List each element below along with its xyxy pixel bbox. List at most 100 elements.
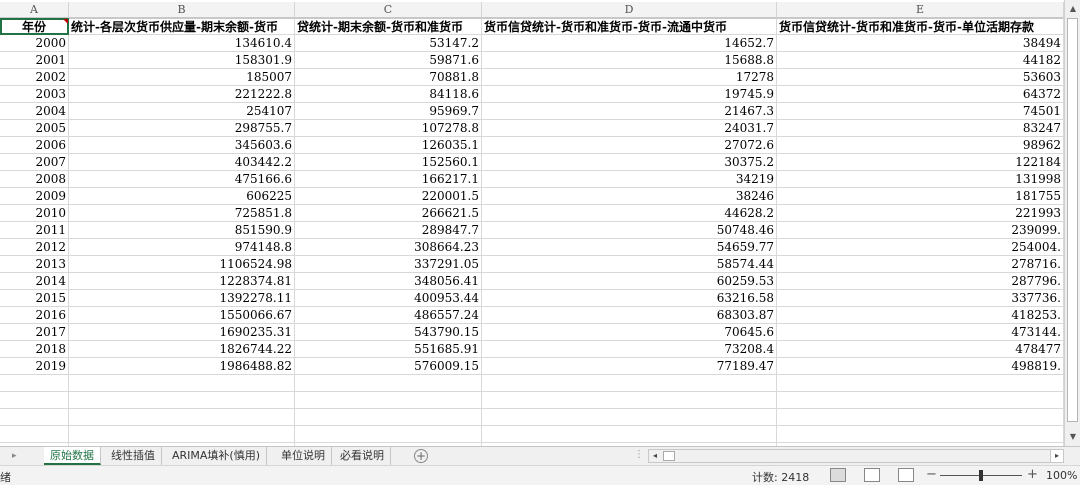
cell-b12[interactable]: 725851.8 <box>69 205 295 222</box>
cell-c17[interactable]: 400953.44 <box>295 290 482 307</box>
cell-b15[interactable]: 1106524.98 <box>69 256 295 273</box>
cell-d8[interactable]: 27072.6 <box>482 137 777 154</box>
cell-c3[interactable]: 59871.6 <box>295 52 482 69</box>
cell-d21[interactable]: 77189.47 <box>482 358 777 375</box>
empty-cell[interactable] <box>482 392 777 409</box>
cell-a3[interactable]: 2001 <box>0 52 69 69</box>
cell-b3[interactable]: 158301.9 <box>69 52 295 69</box>
scroll-up-icon[interactable]: ▲ <box>1065 2 1080 16</box>
empty-cell[interactable] <box>777 375 1064 392</box>
cell-d7[interactable]: 24031.7 <box>482 120 777 137</box>
cell-b2[interactable]: 134610.4 <box>69 35 295 52</box>
tab-scroll-right-icon[interactable]: ▸ <box>12 447 17 465</box>
empty-cell[interactable] <box>777 392 1064 409</box>
cell-e18[interactable]: 418253. <box>777 307 1064 324</box>
cell-d6[interactable]: 21467.3 <box>482 103 777 120</box>
cell-a5[interactable]: 2003 <box>0 86 69 103</box>
cell-c2[interactable]: 53147.2 <box>295 35 482 52</box>
cell-b20[interactable]: 1826744.22 <box>69 341 295 358</box>
cell-c5[interactable]: 84118.6 <box>295 86 482 103</box>
cell-c11[interactable]: 220001.5 <box>295 188 482 205</box>
tab-sheet-2[interactable]: 线性插值 <box>105 447 162 465</box>
cell-c12[interactable]: 266621.5 <box>295 205 482 222</box>
cell-d9[interactable]: 30375.2 <box>482 154 777 171</box>
cell-c8[interactable]: 126035.1 <box>295 137 482 154</box>
column-header-c[interactable]: C <box>295 2 482 18</box>
cell-d2[interactable]: 14652.7 <box>482 35 777 52</box>
cell-b5[interactable]: 221222.8 <box>69 86 295 103</box>
cell-a14[interactable]: 2012 <box>0 239 69 256</box>
cell-a2[interactable]: 2000 <box>0 35 69 52</box>
cell-d5[interactable]: 19745.9 <box>482 86 777 103</box>
cell-e12[interactable]: 221993 <box>777 205 1064 222</box>
cell-e13[interactable]: 239099. <box>777 222 1064 239</box>
cell-d3[interactable]: 15688.8 <box>482 52 777 69</box>
cell-e14[interactable]: 254004. <box>777 239 1064 256</box>
cell-e6[interactable]: 74501 <box>777 103 1064 120</box>
empty-cell[interactable] <box>295 392 482 409</box>
normal-view-icon[interactable] <box>830 468 846 482</box>
zoom-out-icon[interactable]: − <box>926 467 937 482</box>
cell-b9[interactable]: 403442.2 <box>69 154 295 171</box>
cell-c6[interactable]: 95969.7 <box>295 103 482 120</box>
horizontal-scrollbar[interactable]: ◂ <box>648 449 1064 463</box>
cell-a4[interactable]: 2002 <box>0 69 69 86</box>
cell-b13[interactable]: 851590.9 <box>69 222 295 239</box>
cell-e16[interactable]: 287796. <box>777 273 1064 290</box>
cell-b11[interactable]: 606225 <box>69 188 295 205</box>
cell-a18[interactable]: 2016 <box>0 307 69 324</box>
add-sheet-icon[interactable]: + <box>414 449 428 463</box>
cell-d16[interactable]: 60259.53 <box>482 273 777 290</box>
empty-cell[interactable] <box>295 409 482 426</box>
zoom-level[interactable]: 100% <box>1046 469 1077 482</box>
cell-c15[interactable]: 337291.05 <box>295 256 482 273</box>
cell-c13[interactable]: 289847.7 <box>295 222 482 239</box>
cell-e15[interactable]: 278716. <box>777 256 1064 273</box>
cell-b10[interactable]: 475166.6 <box>69 171 295 188</box>
empty-cell[interactable] <box>0 409 69 426</box>
cell-a7[interactable]: 2005 <box>0 120 69 137</box>
cell-e2[interactable]: 38494 <box>777 35 1064 52</box>
cell-e1[interactable]: 货币信贷统计-货币和准货币-货币-单位活期存款 <box>777 18 1064 35</box>
cell-e3[interactable]: 44182 <box>777 52 1064 69</box>
cell-e4[interactable]: 53603 <box>777 69 1064 86</box>
empty-cell[interactable] <box>0 392 69 409</box>
zoom-slider-handle[interactable] <box>979 470 983 481</box>
cell-a10[interactable]: 2008 <box>0 171 69 188</box>
cell-c7[interactable]: 107278.8 <box>295 120 482 137</box>
scroll-down-icon[interactable]: ▼ <box>1065 430 1080 444</box>
cell-d12[interactable]: 44628.2 <box>482 205 777 222</box>
cell-d17[interactable]: 63216.58 <box>482 290 777 307</box>
cell-a9[interactable]: 2007 <box>0 154 69 171</box>
empty-cell[interactable] <box>69 392 295 409</box>
cell-c14[interactable]: 308664.23 <box>295 239 482 256</box>
cell-c19[interactable]: 543790.15 <box>295 324 482 341</box>
empty-cell[interactable] <box>0 375 69 392</box>
empty-cell[interactable] <box>295 426 482 443</box>
empty-cell[interactable] <box>69 426 295 443</box>
cell-a11[interactable]: 2009 <box>0 188 69 205</box>
cell-b17[interactable]: 1392278.11 <box>69 290 295 307</box>
empty-cell[interactable] <box>482 409 777 426</box>
cell-a19[interactable]: 2017 <box>0 324 69 341</box>
tab-sheet-5[interactable]: 必看说明 <box>334 447 391 465</box>
column-header-b[interactable]: B <box>69 2 295 18</box>
cell-a8[interactable]: 2006 <box>0 137 69 154</box>
column-header-e[interactable]: E <box>777 2 1064 18</box>
cell-b6[interactable]: 254107 <box>69 103 295 120</box>
cell-e5[interactable]: 64372 <box>777 86 1064 103</box>
vertical-scrollbar[interactable]: ▲ ▼ <box>1064 0 1080 446</box>
tab-sheet-1[interactable]: 原始数据 <box>44 447 101 465</box>
cell-d4[interactable]: 17278 <box>482 69 777 86</box>
zoom-in-icon[interactable]: + <box>1027 467 1038 482</box>
cell-d13[interactable]: 50748.46 <box>482 222 777 239</box>
split-handle-icon[interactable]: ⋮ <box>634 449 644 460</box>
cell-c10[interactable]: 166217.1 <box>295 171 482 188</box>
empty-cell[interactable] <box>482 426 777 443</box>
cell-d15[interactable]: 58574.44 <box>482 256 777 273</box>
cell-c1[interactable]: 贷统计-期末余额-货币和准货币 <box>295 18 482 35</box>
horizontal-scroll-thumb[interactable] <box>663 451 675 461</box>
empty-cell[interactable] <box>69 375 295 392</box>
empty-cell[interactable] <box>69 409 295 426</box>
cell-d1[interactable]: 货币信贷统计-货币和准货币-货币-流通中货币 <box>482 18 777 35</box>
